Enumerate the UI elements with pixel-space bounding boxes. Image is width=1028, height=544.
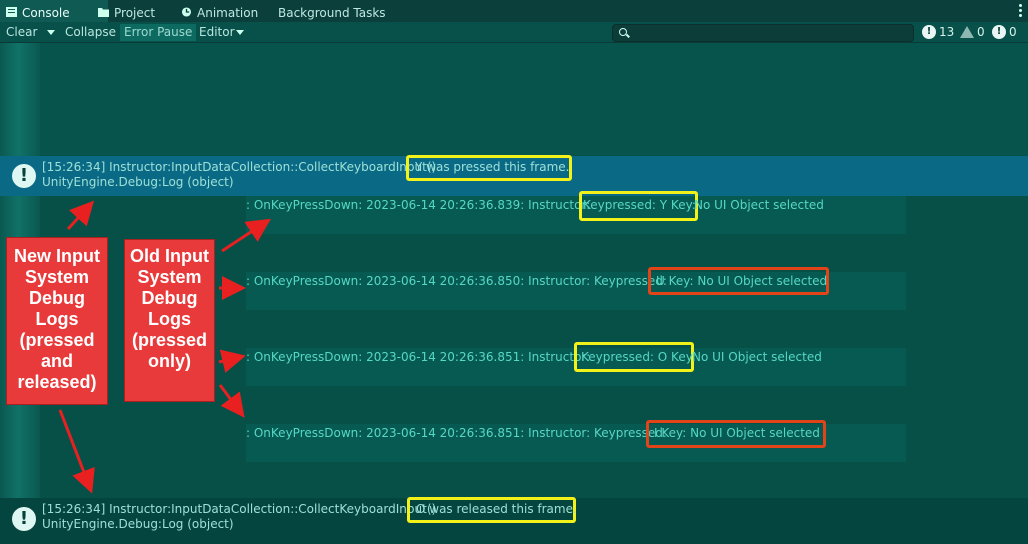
arrow (221, 218, 272, 253)
annotation-arrows (58, 200, 272, 494)
arrow (58, 409, 95, 494)
arrow (218, 349, 246, 373)
arrow (66, 200, 95, 231)
arrow (218, 384, 245, 418)
